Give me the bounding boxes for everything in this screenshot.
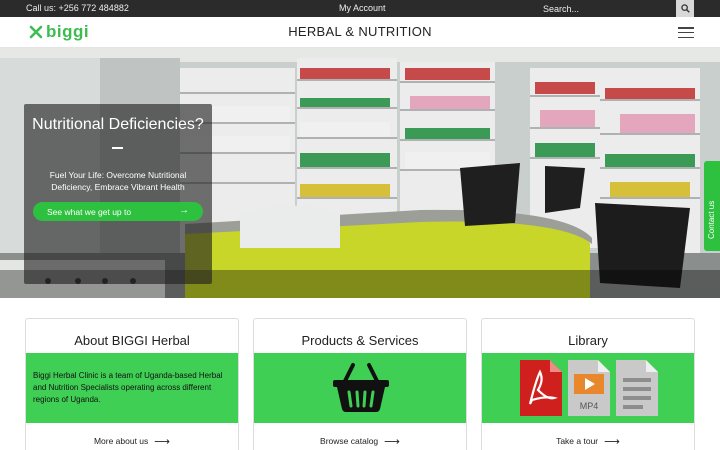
products-card-band — [254, 353, 466, 423]
hero-title: Nutritional Deficiencies? — [32, 116, 204, 133]
hero-cta-label: See what we get up to — [47, 206, 132, 217]
shopping-basket-icon — [333, 363, 389, 412]
contact-us-label: Contact us — [707, 200, 716, 239]
hero-cta-button[interactable]: See what we get up to → — [33, 202, 203, 221]
hero-slider: Nutritional Deficiencies? Fuel Your Life… — [0, 48, 720, 298]
search-button[interactable] — [676, 0, 694, 17]
library-card-band: MP4 — [482, 353, 694, 423]
pdf-file-icon — [520, 360, 562, 416]
about-card: About BIGGI Herbal Biggi Herbal Clinic i… — [25, 318, 239, 450]
take-a-tour-link[interactable]: Take a tour ⟶ — [482, 435, 694, 448]
long-arrow-right-icon: ⟶ — [604, 436, 620, 448]
top-bar: Call us: +256 772 484882 My Account — [0, 0, 720, 17]
library-card: Library MP4 Take a tour ⟶ — [481, 318, 695, 450]
my-account-link[interactable]: My Account — [339, 3, 386, 13]
phone-number[interactable]: Call us: +256 772 484882 — [26, 3, 129, 13]
long-arrow-right-icon: ⟶ — [154, 436, 171, 448]
site-header: biggi HERBAL & NUTRITION — [0, 17, 720, 48]
search-input[interactable] — [539, 0, 676, 17]
take-a-tour-label: Take a tour — [556, 436, 599, 446]
browse-catalog-label: Browse catalog — [320, 436, 379, 446]
more-about-us-label: More about us — [93, 436, 149, 446]
products-card: Products & Services Browse catalog ⟶ — [253, 318, 467, 450]
hero-subtitle: Fuel Your Life: Overcome Nutritional Def… — [49, 170, 187, 192]
search-icon — [680, 4, 690, 13]
browse-catalog-link[interactable]: Browse catalog ⟶ — [254, 435, 466, 448]
products-card-title: Products & Services — [301, 333, 419, 348]
about-card-band: Biggi Herbal Clinic is a team of Uganda-… — [26, 353, 238, 423]
long-arrow-right-icon: ⟶ — [384, 436, 400, 448]
site-title: HERBAL & NUTRITION — [288, 24, 432, 39]
about-card-title: About BIGGI Herbal — [74, 333, 190, 348]
contact-us-tab[interactable]: Contact us — [704, 161, 720, 251]
mp4-label: MP4 — [579, 401, 599, 411]
about-card-text: Biggi Herbal Clinic is a team of Uganda-… — [33, 371, 223, 404]
arrow-right-icon: → — [179, 205, 189, 216]
library-card-title: Library — [568, 333, 608, 348]
hero-divider — [112, 147, 123, 149]
hamburger-menu-icon[interactable] — [678, 27, 694, 38]
more-about-us-link[interactable]: More about us ⟶ — [26, 435, 238, 448]
document-file-icon — [616, 360, 658, 416]
